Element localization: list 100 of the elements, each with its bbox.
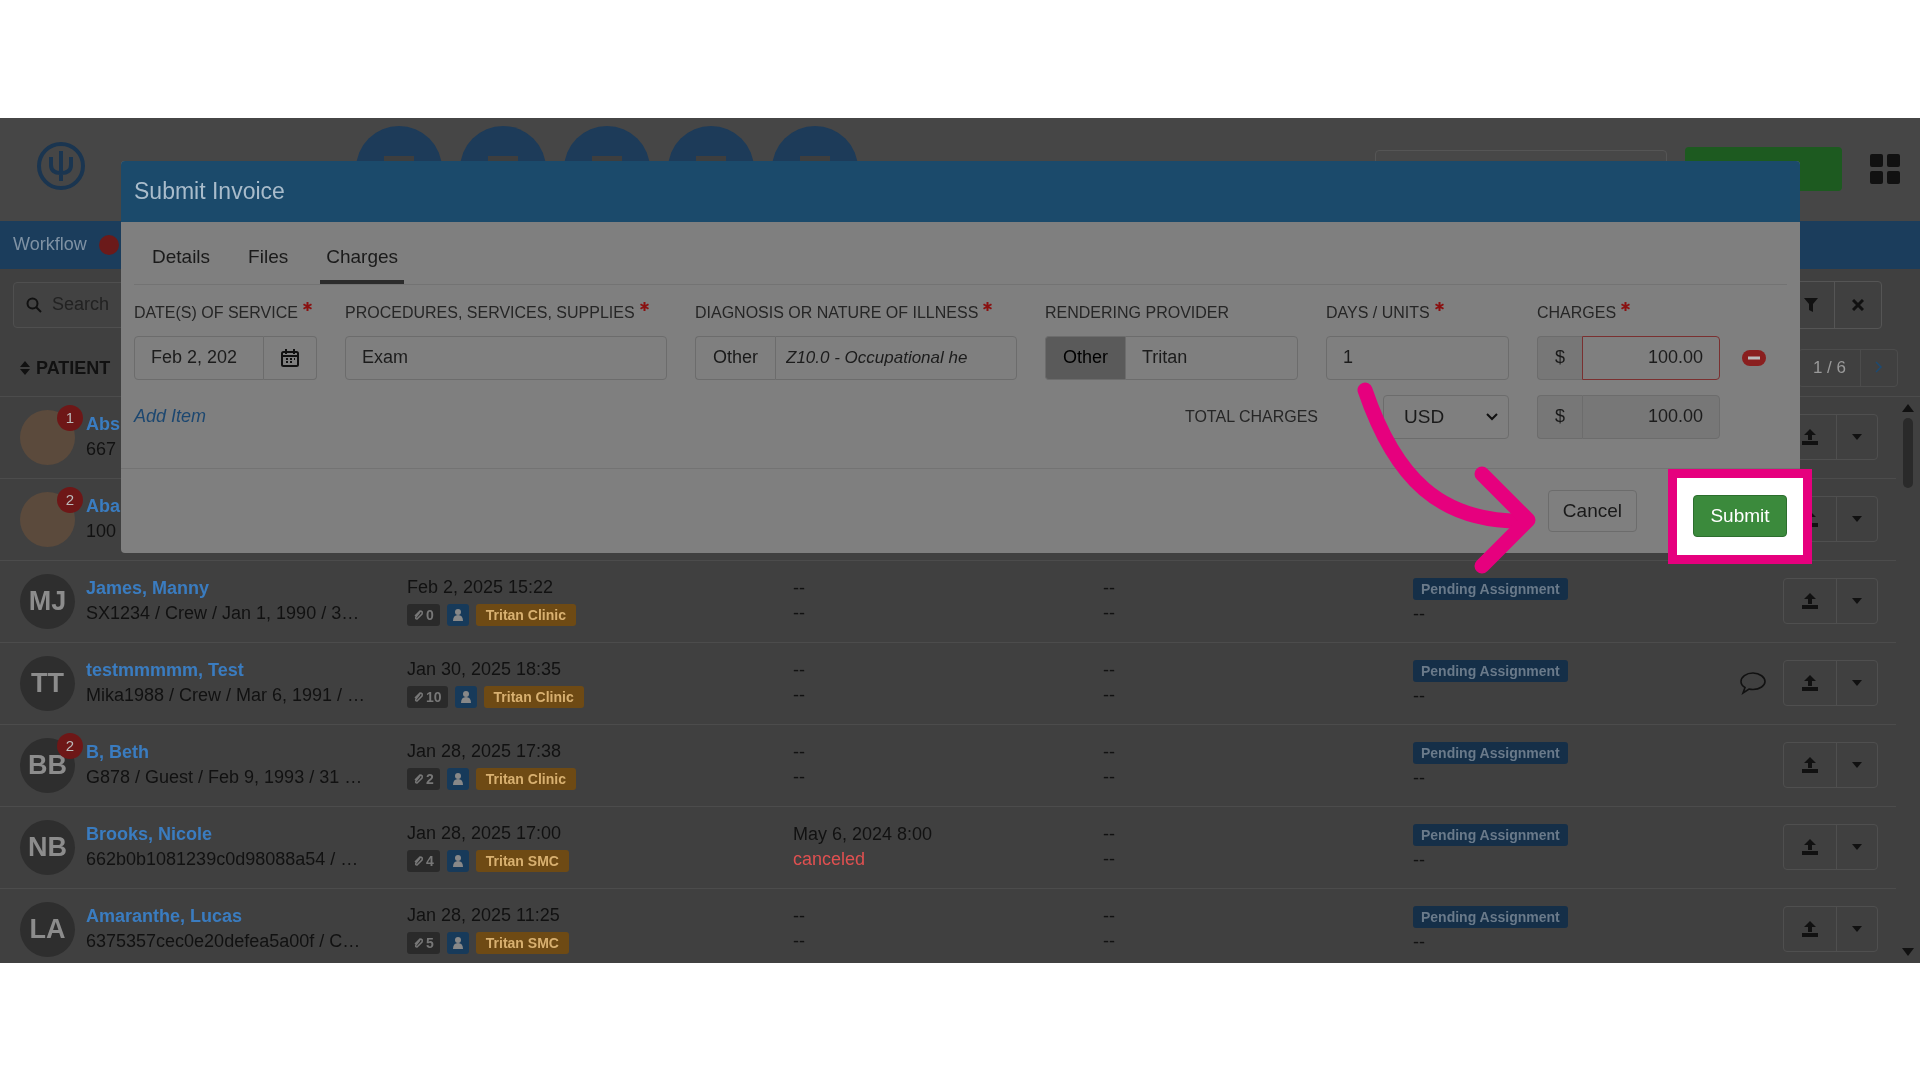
attachment-count-tag: 2 (407, 767, 440, 790)
option-button[interactable]: Other (1045, 335, 1125, 380)
table-cell: -- (1413, 931, 1425, 953)
patient-name-link[interactable]: Brooks, Nicole (86, 824, 213, 845)
table-cell: -- (1103, 742, 1115, 763)
currency-prefix: $ (1537, 335, 1582, 380)
clinic-tag: Tritan Clinic (483, 685, 584, 708)
upload-icon (1801, 592, 1819, 610)
input-field[interactable]: Exam (345, 335, 667, 380)
sort-icon (20, 361, 30, 375)
table-cell: -- (1103, 685, 1115, 706)
table-cell: -- (1103, 603, 1115, 624)
patient-name-link[interactable]: James, Manny (86, 578, 210, 599)
paperclip-icon (413, 854, 423, 867)
caret-down-icon (1852, 434, 1862, 440)
upload-icon (1801, 920, 1819, 938)
currency-dropdown[interactable]: USD (1383, 394, 1509, 439)
amount-field[interactable]: 100.00 (1582, 335, 1720, 380)
table-cell: -- (1103, 906, 1115, 927)
field-label: DIAGNOSIS OR NATURE OF ILLNESS (695, 303, 979, 322)
table-cell: -- (793, 931, 805, 952)
patient-name-link[interactable]: B, Beth (86, 742, 149, 763)
total-amount-field: 100.00 (1582, 394, 1720, 439)
date-field[interactable]: Feb 2, 202 (134, 335, 264, 380)
calendar-icon (281, 348, 299, 367)
field-label: PROCEDURES, SERVICES, SUPPLIES (345, 303, 635, 322)
paperclip-icon (413, 690, 423, 703)
attachment-count-tag: 4 (407, 849, 440, 872)
patient-name-link[interactable]: Aba (86, 496, 120, 517)
speech-bubble-icon (1739, 671, 1767, 695)
table-cell: -- (793, 685, 805, 706)
upload-icon (1801, 428, 1819, 446)
count-badge: 1 (57, 404, 83, 431)
trident-logo-icon (36, 141, 86, 191)
clinic-tag: Tritan Clinic (475, 603, 576, 626)
table-cell: -- (1103, 578, 1115, 599)
table-cell: -- (793, 906, 805, 927)
cancel-button[interactable]: Cancel (1547, 489, 1637, 532)
status-tag: Pending Assignment (1413, 823, 1568, 846)
close-icon (1852, 298, 1864, 311)
avatar-initials: LA (20, 901, 75, 957)
status-tag: Pending Assignment (1413, 577, 1568, 600)
calendar-button[interactable] (264, 335, 317, 380)
remove-icon[interactable] (1742, 349, 1766, 366)
patient-name-link[interactable]: testmmmmm, Test (86, 660, 244, 681)
avatar-initials: MJ (20, 573, 75, 629)
chevron-down-icon (1486, 412, 1498, 421)
table-cell: -- (793, 578, 805, 599)
table-cell: -- (1103, 767, 1115, 788)
table-cell: -- (793, 767, 805, 788)
table-cell: canceled (793, 849, 866, 870)
field-label: DAYS / UNITS (1326, 303, 1430, 322)
caret-down-icon (1852, 926, 1862, 932)
tab[interactable]: Details (146, 245, 217, 284)
person-icon (452, 936, 463, 949)
caret-down-icon (1852, 844, 1862, 850)
caret-down-icon (1852, 598, 1862, 604)
table-cell: -- (793, 603, 805, 624)
avatar-initials: TT (20, 655, 75, 711)
attachment-count-tag: 5 (407, 931, 440, 954)
table-cell: -- (1413, 603, 1425, 625)
status-tag: Pending Assignment (1413, 659, 1568, 682)
attachment-count-tag: 10 (407, 685, 448, 708)
notification-badge (98, 234, 119, 255)
upload-icon (1801, 674, 1819, 692)
grid-icon[interactable] (1870, 154, 1900, 184)
clinic-tag: Tritan SMC (475, 849, 569, 872)
person-icon (460, 690, 471, 703)
table-cell: -- (1413, 767, 1425, 789)
upload-icon (1801, 838, 1819, 856)
paperclip-icon (413, 936, 423, 949)
caret-down-icon (1852, 680, 1862, 686)
field-label: CHARGES (1537, 303, 1617, 322)
tab[interactable]: Files (242, 245, 295, 284)
chevron-right-icon (1875, 361, 1883, 373)
status-tag: Pending Assignment (1413, 905, 1568, 928)
workflow-tab[interactable]: Workflow (13, 234, 87, 255)
paperclip-icon (413, 772, 423, 785)
scroll-up-icon (1902, 403, 1914, 412)
avatar-initials: NB (20, 819, 75, 875)
submit-button[interactable]: Submit (1693, 495, 1787, 537)
upload-icon (1801, 756, 1819, 774)
input-field[interactable]: Z10.0 - Occupational he (775, 335, 1017, 380)
paperclip-icon (413, 608, 423, 621)
tab[interactable]: Charges (320, 245, 405, 284)
filter-icon (1804, 297, 1818, 312)
add-item-link[interactable]: Add Item (134, 406, 317, 427)
patient-name-link[interactable]: Amaranthe, Lucas (86, 906, 243, 927)
table-cell: -- (793, 742, 805, 763)
table-cell: -- (1103, 931, 1115, 952)
person-icon (452, 772, 463, 785)
table-cell: -- (1103, 824, 1115, 845)
status-tag: Pending Assignment (1413, 741, 1568, 764)
search-icon (26, 296, 42, 313)
input-field[interactable]: Tritan (1125, 335, 1298, 380)
modal-title: Submit Invoice (121, 160, 1800, 222)
table-cell: -- (1413, 685, 1425, 707)
count-badge: 2 (57, 486, 83, 513)
input-field[interactable]: 1 (1326, 335, 1509, 380)
patient-name-link[interactable]: Abs (86, 414, 120, 435)
